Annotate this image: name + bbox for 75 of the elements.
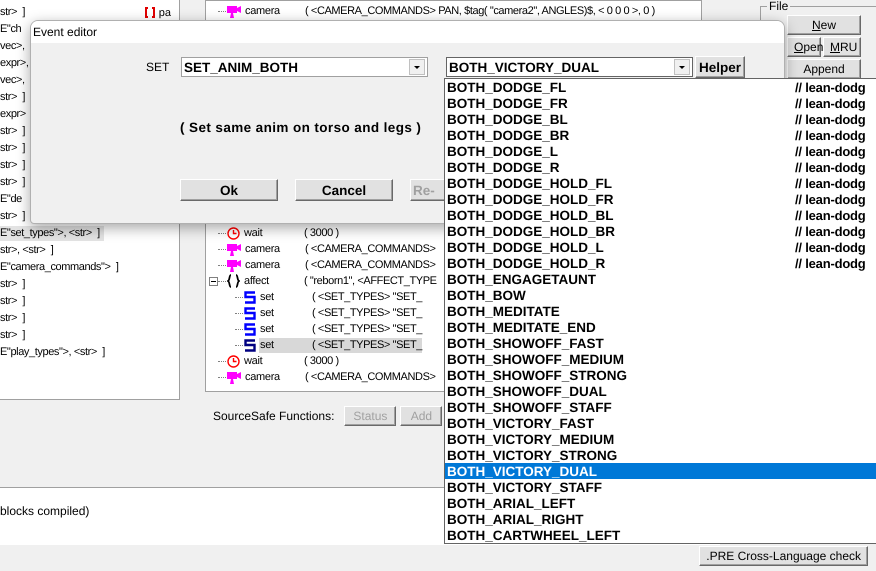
definition-line: E"ch bbox=[0, 22, 22, 37]
window-title: Event editor bbox=[33, 25, 98, 39]
node-label[interactable]: set bbox=[259, 306, 312, 320]
node-arguments: ( "reborn1", <AFFECT_TYPE bbox=[304, 274, 437, 288]
definition-line: E"play_types">, <str> ] bbox=[0, 345, 105, 360]
clock-icon bbox=[227, 226, 240, 240]
node-label[interactable]: camera bbox=[244, 370, 305, 384]
definition-line: vec>, bbox=[0, 39, 25, 54]
definition-line: str> ] bbox=[0, 141, 26, 156]
braces-icon bbox=[227, 274, 240, 288]
file-button[interactable]: New bbox=[787, 15, 861, 35]
caret-icon bbox=[409, 59, 425, 75]
definition-line: str> ] bbox=[0, 277, 26, 292]
definition-line: str> ] bbox=[0, 5, 26, 20]
s-shaped-icon bbox=[244, 322, 256, 336]
definition-line: str> ] bbox=[0, 311, 26, 326]
description-text: ( Set same anim on torso and legs ) bbox=[180, 120, 422, 135]
dialog-button[interactable]: Ok bbox=[180, 179, 278, 201]
node-label[interactable]: set bbox=[259, 338, 312, 352]
camera-icon bbox=[227, 4, 241, 18]
file-button[interactable]: Append bbox=[787, 59, 861, 79]
camera-icon bbox=[227, 258, 241, 272]
node-arguments: ( <CAMERA_COMMANDS> bbox=[305, 370, 436, 384]
definition-line: str>, <str> ] bbox=[0, 243, 54, 258]
node-label[interactable]: set bbox=[259, 322, 312, 336]
definition-line: vec>, bbox=[0, 73, 25, 88]
node-label[interactable]: set bbox=[259, 290, 312, 304]
node-arguments: ( <CAMERA_COMMANDS> PAN, $tag( "camera2", ANGLES)$, < 0 0 0 >, 0 ) bbox=[305, 4, 655, 18]
sourcesafe-label: SourceSafe Functions: bbox=[213, 409, 334, 423]
caret-icon bbox=[674, 59, 690, 75]
node-label[interactable]: affect bbox=[243, 274, 304, 288]
node-label[interactable]: wait bbox=[243, 354, 304, 368]
node-arguments: ( 3000 ) bbox=[304, 226, 339, 240]
definition-line: expr>, bbox=[0, 56, 28, 71]
node-label[interactable]: camera bbox=[244, 4, 305, 18]
group-title: File bbox=[767, 0, 790, 13]
collapse-icon[interactable] bbox=[209, 276, 218, 286]
file-button[interactable]: MRU bbox=[823, 37, 861, 57]
dropdown-option[interactable]: BOTH_VICTORY_DUAL bbox=[445, 463, 876, 479]
dropdown-field[interactable]: BOTH_VICTORY_DUAL bbox=[446, 57, 693, 77]
clock-icon bbox=[227, 354, 240, 368]
camera-icon bbox=[227, 242, 241, 256]
s-shaped-icon bbox=[244, 306, 256, 320]
definition-line: str> ] bbox=[0, 328, 26, 343]
definition-line: expr> bbox=[0, 107, 26, 122]
s-shaped-icon bbox=[244, 338, 256, 352]
definition-line: str> ] bbox=[0, 175, 26, 190]
node-arguments: ( <SET_TYPES> "SET_ bbox=[312, 290, 422, 304]
set-label: SET bbox=[146, 60, 170, 74]
bracket-icon bbox=[144, 7, 155, 18]
node-arguments: ( <CAMERA_COMMANDS> bbox=[305, 258, 436, 272]
node-arguments: ( 3000 ) bbox=[304, 354, 339, 368]
node-arguments: ( <SET_TYPES> "SET_ bbox=[312, 306, 422, 320]
definition-line: str> ] bbox=[0, 90, 26, 105]
tag-text: pa bbox=[158, 6, 171, 18]
definition-line: str> ] bbox=[0, 124, 26, 139]
output-text: blocks compiled) bbox=[0, 504, 90, 518]
node-label[interactable]: camera bbox=[244, 258, 305, 272]
s-shaped-icon bbox=[244, 290, 256, 304]
cross-language-check-button[interactable]: .PRE Cross-Language check bbox=[699, 546, 868, 566]
node-arguments: ( <SET_TYPES> "SET_ bbox=[312, 322, 422, 336]
helper-button[interactable]: Helper bbox=[695, 56, 745, 78]
node-arguments: ( <CAMERA_COMMANDS> bbox=[305, 242, 436, 256]
definition-line: E"de bbox=[0, 192, 22, 207]
definition-line: str> ] bbox=[0, 158, 26, 173]
definition-line: E"camera_commands"> ] bbox=[0, 260, 119, 275]
node-label[interactable]: camera bbox=[244, 242, 305, 256]
dialog-button[interactable]: Cancel bbox=[295, 179, 393, 201]
definition-line: str> ] bbox=[0, 294, 26, 309]
file-button[interactable]: Open bbox=[787, 37, 821, 57]
definition-line: str> ] bbox=[0, 209, 26, 224]
node-label[interactable]: wait bbox=[243, 226, 304, 240]
node-arguments: ( <SET_TYPES> "SET_ bbox=[312, 338, 422, 352]
camera-icon bbox=[227, 370, 241, 384]
dropdown-field[interactable]: SET_ANIM_BOTH bbox=[181, 57, 428, 77]
